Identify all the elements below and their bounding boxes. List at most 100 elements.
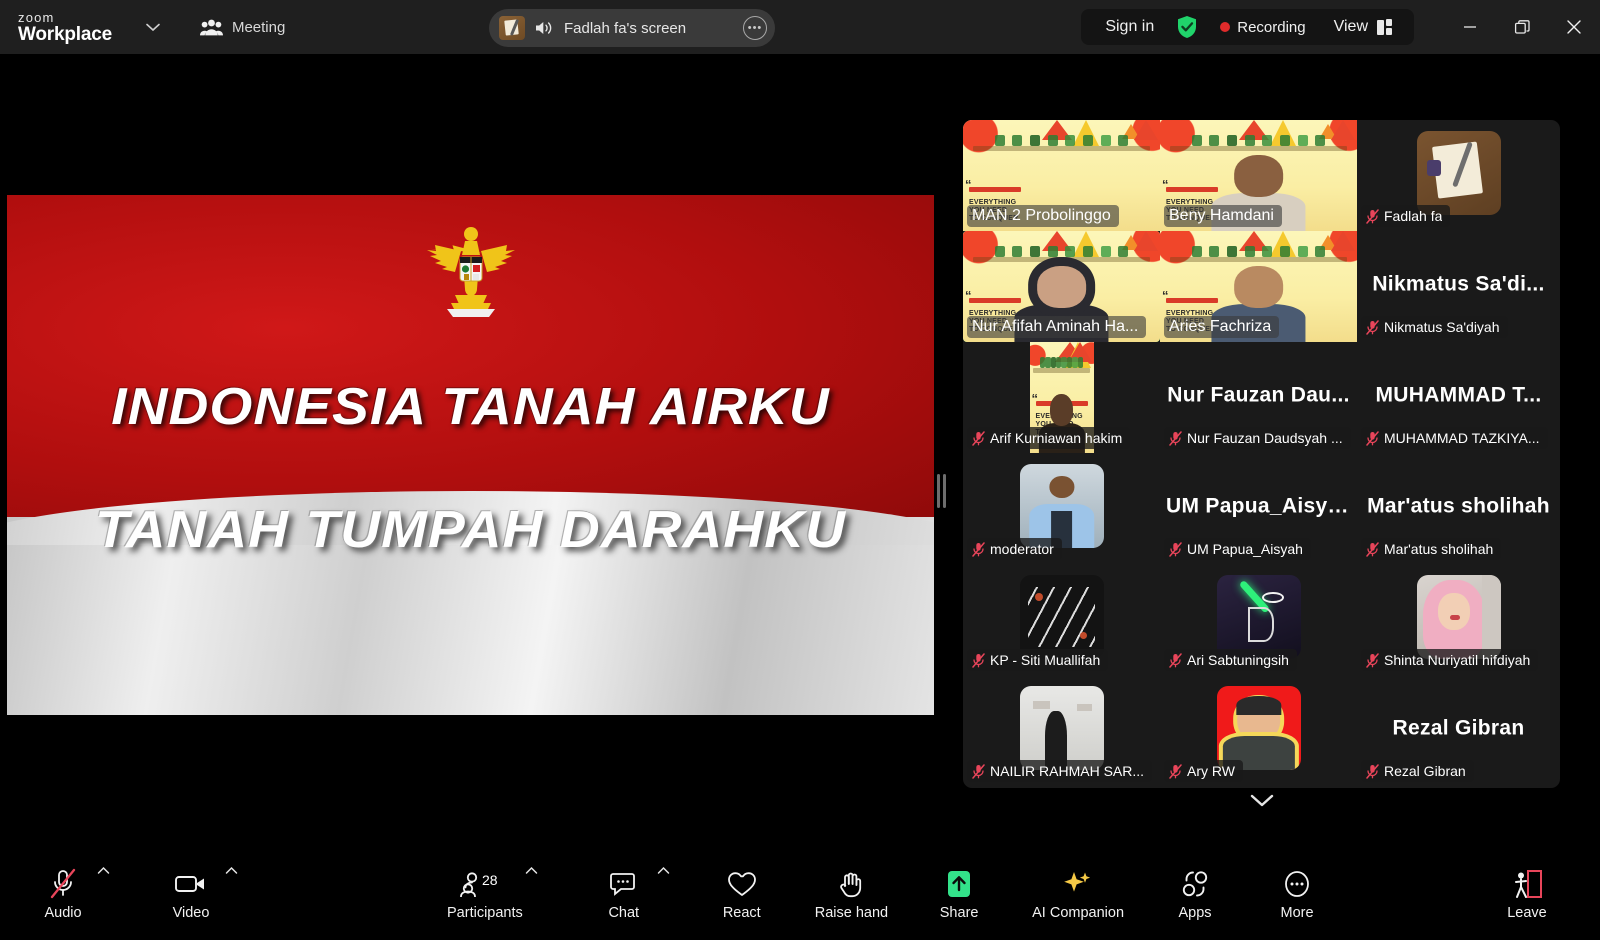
window-controls <box>1444 0 1600 54</box>
participant-tile[interactable]: Shinta Nuriyatil hifdiyah <box>1357 564 1560 675</box>
participant-display-name-large: UM Papua_Aisyah <box>1166 494 1353 518</box>
screen-thumbnail-icon <box>499 16 525 40</box>
participant-display-name-large: Nikmatus Sa'di... <box>1372 272 1545 296</box>
participant-tile[interactable]: NAILIR RAHMAH SAR... <box>963 675 1160 786</box>
more-label: More <box>1280 905 1314 922</box>
recording-dot-icon <box>1220 22 1231 32</box>
participant-display-name-large: Mar'atus sholihah <box>1367 494 1550 518</box>
participant-name-badge: Fadlah fa <box>1361 205 1451 227</box>
participant-tile[interactable]: Ari Sabtuningsih <box>1160 564 1357 675</box>
participant-avatar <box>1019 686 1104 770</box>
participant-tile[interactable]: “ EVERYTHINGYOU NEEDTO CONQUER Nur Afifa… <box>963 231 1160 342</box>
participants-button[interactable]: 28 Participants <box>447 858 523 930</box>
video-options-caret[interactable] <box>222 858 240 892</box>
close-button[interactable] <box>1548 0 1600 54</box>
meeting-tab[interactable]: Meeting <box>199 19 285 36</box>
participant-name-text: Fadlah fa <box>1384 208 1443 224</box>
sharing-label: Fadlah fa's screen <box>564 19 687 37</box>
slide-text-line-1: INDONESIA TANAH AIRKU <box>111 378 830 436</box>
chat-bubble-icon <box>609 867 639 901</box>
participant-display-name-large: Nur Fauzan Dau... <box>1167 383 1350 407</box>
participant-tile[interactable]: moderator <box>963 453 1160 564</box>
participant-tile[interactable]: Nikmatus Sa'di... Nikmatus Sa'diyah <box>1357 231 1560 342</box>
participant-tile[interactable]: Ary RW <box>1160 675 1357 786</box>
participant-name-text: Mar'atus sholihah <box>1384 541 1494 557</box>
restore-button[interactable] <box>1496 0 1548 54</box>
participant-tile[interactable]: UM Papua_Aisyah UM Papua_Aisyah <box>1160 453 1357 564</box>
view-button[interactable]: View <box>1318 18 1402 36</box>
participant-tile[interactable]: Nur Fauzan Dau... Nur Fauzan Daudsyah ..… <box>1160 342 1357 453</box>
raise-hand-button[interactable]: Raise hand <box>815 858 888 930</box>
participants-label: Participants <box>447 905 523 922</box>
participant-tile[interactable]: MUHAMMAD T... MUHAMMAD TAZKIYA... <box>1357 342 1560 453</box>
ai-companion-label: AI Companion <box>1032 905 1125 922</box>
raised-hand-icon <box>836 867 866 901</box>
slide-text-line-2: TANAH TUMPAH DARAHKU <box>95 501 846 559</box>
participant-avatar <box>1416 131 1501 215</box>
more-button[interactable]: More <box>1266 858 1328 930</box>
leave-door-icon <box>1509 867 1545 901</box>
participant-name-badge: Mar'atus sholihah <box>1361 538 1502 560</box>
participant-name-badge: Nur Afifah Aminah Ha... <box>967 316 1147 338</box>
participant-name-text: KP - Siti Muallifah <box>990 652 1101 668</box>
microphone-muted-icon <box>972 541 985 557</box>
participant-name-text: NAILIR RAHMAH SAR... <box>990 763 1145 779</box>
participant-name-badge: Rezal Gibran <box>1361 760 1474 782</box>
speaker-icon <box>536 22 552 34</box>
microphone-muted-icon <box>972 763 985 779</box>
screen-sharing-indicator[interactable]: Fadlah fa's screen ••• <box>489 9 775 47</box>
more-horizontal-icon <box>1281 867 1313 901</box>
share-label: Share <box>939 905 979 922</box>
microphone-muted-icon <box>1169 430 1182 446</box>
zoom-workplace-logo: zoom Workplace <box>18 11 112 44</box>
shared-content-viewport[interactable]: INDONESIA TANAH AIRKU TANAH TUMPAH DARAH… <box>7 195 934 715</box>
participant-name-badge: NAILIR RAHMAH SAR... <box>967 760 1153 782</box>
ai-companion-button[interactable]: AI Companion <box>1032 858 1124 930</box>
minimize-button[interactable] <box>1444 0 1496 54</box>
participant-name-text: MUHAMMAD TAZKIYA... <box>1384 430 1540 446</box>
participant-name-text: Arif Kurniawan hakim <box>990 430 1123 446</box>
shared-screen-stage: INDONESIA TANAH AIRKU TANAH TUMPAH DARAH… <box>0 54 940 844</box>
recording-indicator[interactable]: Recording <box>1208 19 1317 36</box>
audio-options-caret[interactable] <box>94 858 112 892</box>
share-button[interactable]: Share <box>928 858 990 930</box>
participant-display-name-large: Rezal Gibran <box>1392 716 1525 740</box>
participant-tile[interactable]: Fadlah fa <box>1357 120 1560 231</box>
participant-avatar <box>1019 464 1104 548</box>
participant-name-text: UM Papua_Aisyah <box>1187 541 1303 557</box>
participant-tile[interactable]: “ EVERYTHINGYOU NEEDTO CONQUER Beny Hamd… <box>1160 120 1357 231</box>
video-button[interactable]: Video <box>160 858 222 930</box>
panel-resize-handle[interactable] <box>934 470 948 512</box>
participant-tile[interactable]: KP - Siti Muallifah <box>963 564 1160 675</box>
participant-name-badge: Beny Hamdani <box>1164 205 1282 227</box>
participant-tile[interactable]: “ EVERYTHINGYOU NEEDTO CONQUER Aries Fac… <box>1160 231 1357 342</box>
participant-name-text: Rezal Gibran <box>1384 763 1466 779</box>
audio-label: Audio <box>44 905 82 922</box>
scroll-down-button[interactable] <box>1242 788 1282 812</box>
sign-in-button[interactable]: Sign in <box>1093 18 1166 36</box>
participant-tile[interactable]: “ EVERYTHINGYOU NEEDTO CONQUER MAN 2 Pro… <box>963 120 1160 231</box>
security-shield-icon[interactable] <box>1176 15 1198 39</box>
leave-button[interactable]: Leave <box>1496 858 1558 930</box>
participant-count: 28 <box>482 872 498 888</box>
microphone-muted-icon <box>1169 763 1182 779</box>
chat-button[interactable]: Chat <box>593 858 655 930</box>
react-label: React <box>722 905 761 922</box>
participant-tile[interactable]: “ EVERYTHINGYOU NEEDTO CONQUER Arif Kurn… <box>963 342 1160 453</box>
participant-name-text: MAN 2 Probolinggo <box>972 207 1111 224</box>
participant-tile[interactable]: Rezal Gibran Rezal Gibran <box>1357 675 1560 786</box>
panel-scroll-area <box>963 788 1560 822</box>
chat-options-caret[interactable] <box>655 858 673 892</box>
participant-tile[interactable]: Mar'atus sholihah Mar'atus sholihah <box>1357 453 1560 564</box>
workspace-dropdown-button[interactable] <box>140 12 166 42</box>
apps-label: Apps <box>1178 905 1212 922</box>
participant-name-badge: Shinta Nuriyatil hifdiyah <box>1361 649 1539 671</box>
participants-options-caret[interactable] <box>523 858 541 892</box>
more-options-icon[interactable]: ••• <box>743 16 767 40</box>
chat-label: Chat <box>608 905 640 922</box>
apps-button[interactable]: Apps <box>1164 858 1226 930</box>
close-icon <box>1567 20 1581 34</box>
audio-button[interactable]: Audio <box>32 858 94 930</box>
participant-name-badge: MUHAMMAD TAZKIYA... <box>1361 427 1548 449</box>
react-button[interactable]: React <box>711 858 773 930</box>
